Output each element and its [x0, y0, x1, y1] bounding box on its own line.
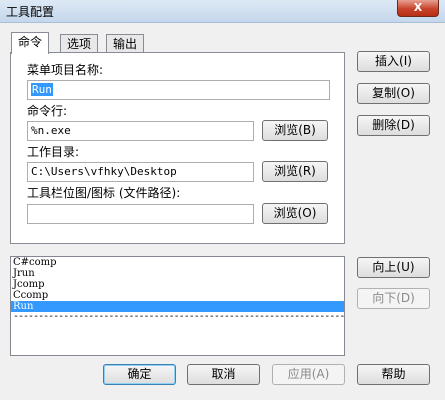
tool-config-dialog: 工具配置 X 命令 选项 输出 菜单项目名称: Run 命令行: %n.exe …: [0, 0, 445, 400]
move-up-button[interactable]: 向上(U): [357, 257, 430, 278]
close-button[interactable]: X: [397, 0, 439, 17]
delete-button[interactable]: 删除(D): [357, 115, 430, 136]
window-title: 工具配置: [6, 5, 55, 19]
copy-button[interactable]: 复制(O): [357, 83, 430, 104]
list-separator: ----------------------------------------…: [13, 312, 344, 322]
browse-icon-button[interactable]: 浏览(O): [262, 203, 328, 224]
tool-list[interactable]: C#comp Jrun Jcomp Ccomp Run ------------…: [10, 256, 345, 356]
menu-name-input[interactable]: Run: [27, 80, 330, 100]
command-tab-panel: 菜单项目名称: Run 命令行: %n.exe 浏览(B) 工作目录: C:\U…: [10, 52, 345, 244]
browse-command-button[interactable]: 浏览(B): [262, 120, 328, 141]
command-label: 命令行:: [27, 104, 68, 118]
workdir-input[interactable]: C:\Users\vfhky\Desktop: [27, 162, 254, 182]
help-button[interactable]: 帮助: [357, 364, 430, 385]
list-item[interactable]: Jcomp: [11, 279, 344, 290]
tab-command[interactable]: 命令: [11, 32, 50, 54]
list-item[interactable]: Jrun: [11, 268, 344, 279]
ok-button[interactable]: 确定: [103, 364, 176, 385]
list-item-selected[interactable]: Run: [11, 301, 344, 312]
apply-button[interactable]: 应用(A): [272, 364, 345, 385]
browse-workdir-button[interactable]: 浏览(R): [262, 161, 328, 182]
command-input[interactable]: %n.exe: [27, 121, 254, 141]
list-item[interactable]: Ccomp: [11, 290, 344, 301]
title-bar: 工具配置 X: [0, 0, 445, 23]
toolbar-icon-label: 工具栏位图/图标 (文件路径):: [27, 186, 181, 200]
tab-output[interactable]: 输出: [106, 34, 145, 53]
list-item[interactable]: C#comp: [11, 257, 344, 268]
insert-button[interactable]: 插入(I): [357, 51, 430, 72]
workdir-label: 工作目录:: [27, 145, 80, 159]
cancel-button[interactable]: 取消: [187, 364, 260, 385]
menu-name-label: 菜单项目名称:: [27, 63, 104, 77]
tab-options[interactable]: 选项: [60, 34, 99, 53]
menu-name-value: Run: [31, 83, 53, 96]
move-down-button[interactable]: 向下(D): [357, 288, 430, 309]
toolbar-icon-input[interactable]: [27, 204, 254, 224]
